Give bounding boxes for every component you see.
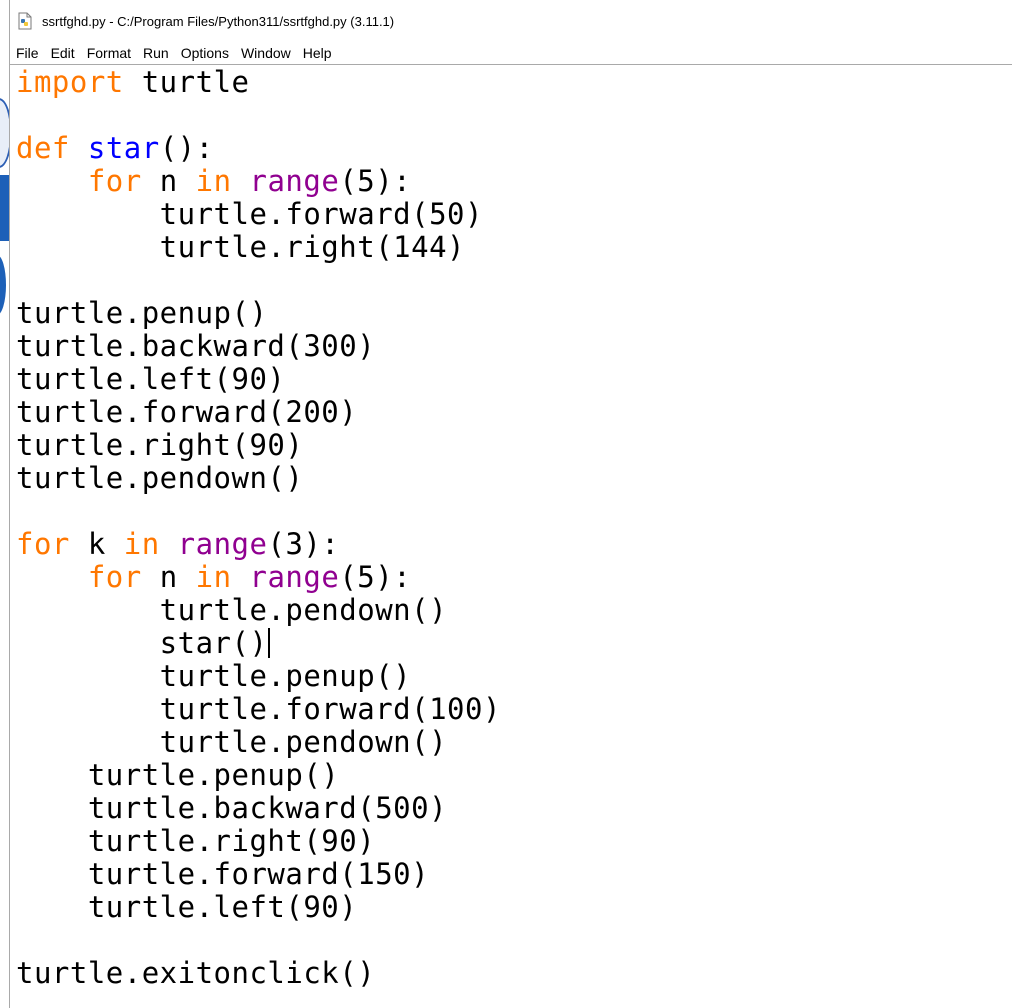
code-token: turtle.penup() [16,296,268,330]
code-line[interactable]: turtle.right(144) [16,231,501,264]
code-token: turtle.pendown() [16,725,448,759]
code-token: k [69,527,124,561]
code-line[interactable]: turtle.penup() [16,759,501,792]
menu-options[interactable]: Options [175,42,235,64]
menu-edit[interactable]: Edit [45,42,81,64]
code-line[interactable]: turtle.forward(200) [16,396,501,429]
builtin-token: range [177,527,268,561]
code-line[interactable]: turtle.pendown() [16,462,501,495]
code-line[interactable]: def star(): [16,132,501,165]
code-line[interactable]: turtle.forward(100) [16,693,501,726]
keyword-token: in [195,560,232,594]
code-token: (): [159,131,214,165]
code-editor[interactable]: import turtle def star(): for n in range(… [10,66,1012,1008]
keyword-token: import [16,66,124,99]
code-token: star() [16,626,268,660]
code-line[interactable]: turtle.right(90) [16,825,501,858]
code-line[interactable]: turtle.backward(500) [16,792,501,825]
desktop-banner-fragment [0,175,9,241]
code-token: (5): [339,164,412,198]
code-token: turtle.forward(200) [16,395,358,429]
desktop-shape-fragment [0,255,6,315]
code-line[interactable]: turtle.penup() [16,660,501,693]
code-token: turtle.right(90) [16,428,304,462]
code-token: turtle.pendown() [16,461,304,495]
python-file-icon [18,12,32,30]
code-token: turtle.right(90) [16,824,376,858]
code-token: turtle [123,66,250,99]
code-token: turtle.right(144) [16,230,465,264]
window-title: ssrtfghd.py - C:/Program Files/Python311… [42,13,395,29]
menu-window[interactable]: Window [235,42,297,64]
code-token: turtle.pendown() [16,593,448,627]
keyword-token: in [123,527,160,561]
code-line[interactable]: star() [16,627,501,660]
code-line[interactable]: turtle.pendown() [16,726,501,759]
keyword-token: for [87,560,142,594]
code-line[interactable]: for n in range(5): [16,165,501,198]
code-line[interactable]: for k in range(3): [16,528,501,561]
code-line[interactable]: turtle.forward(50) [16,198,501,231]
menu-help[interactable]: Help [297,42,338,64]
title-bar[interactable]: ssrtfghd.py - C:/Program Files/Python311… [10,0,1012,42]
code-token: turtle.penup() [16,758,340,792]
text-cursor [268,628,271,658]
code-token: turtle.left(90) [16,890,358,924]
code-line[interactable]: for n in range(5): [16,561,501,594]
code-token: (3): [267,527,340,561]
code-token: turtle.forward(100) [16,692,501,726]
code-token: turtle.forward(150) [16,857,430,891]
code-line[interactable]: turtle.backward(300) [16,330,501,363]
code-token: turtle.backward(500) [16,791,448,825]
code-line[interactable]: turtle.pendown() [16,594,501,627]
code-line[interactable]: turtle.penup() [16,297,501,330]
code-text[interactable]: import turtle def star(): for n in range(… [16,66,501,990]
code-line[interactable]: turtle.right(90) [16,429,501,462]
builtin-token: range [249,560,340,594]
code-token: n [141,560,196,594]
idle-editor-window: ssrtfghd.py - C:/Program Files/Python311… [0,0,1012,1008]
code-line[interactable]: turtle.forward(150) [16,858,501,891]
desktop-background-edge [0,0,10,1008]
menu-run[interactable]: Run [137,42,175,64]
definition-name-token: star [87,131,160,165]
code-line[interactable]: turtle.left(90) [16,363,501,396]
code-token: n [141,164,196,198]
code-line[interactable] [16,99,501,132]
code-line[interactable]: turtle.left(90) [16,891,501,924]
builtin-token: range [249,164,340,198]
keyword-token: for [16,527,70,561]
code-token: turtle.exitonclick() [16,956,376,990]
code-line[interactable]: turtle.exitonclick() [16,957,501,990]
code-line[interactable]: import turtle [16,66,501,99]
code-token: turtle.left(90) [16,362,286,396]
menu-file[interactable]: File [10,42,45,64]
keyword-token: def [16,131,70,165]
code-token: turtle.penup() [16,659,412,693]
code-line[interactable] [16,264,501,297]
menu-format[interactable]: Format [81,42,137,64]
menu-bar: File Edit Format Run Options Window Help [10,42,1012,65]
desktop-logo-fragment [0,98,9,168]
keyword-token: in [195,164,232,198]
code-token: turtle.forward(50) [16,197,483,231]
code-line[interactable] [16,495,501,528]
keyword-token: for [87,164,142,198]
code-line[interactable] [16,924,501,957]
code-token: (5): [339,560,412,594]
code-token: turtle.backward(300) [16,329,376,363]
